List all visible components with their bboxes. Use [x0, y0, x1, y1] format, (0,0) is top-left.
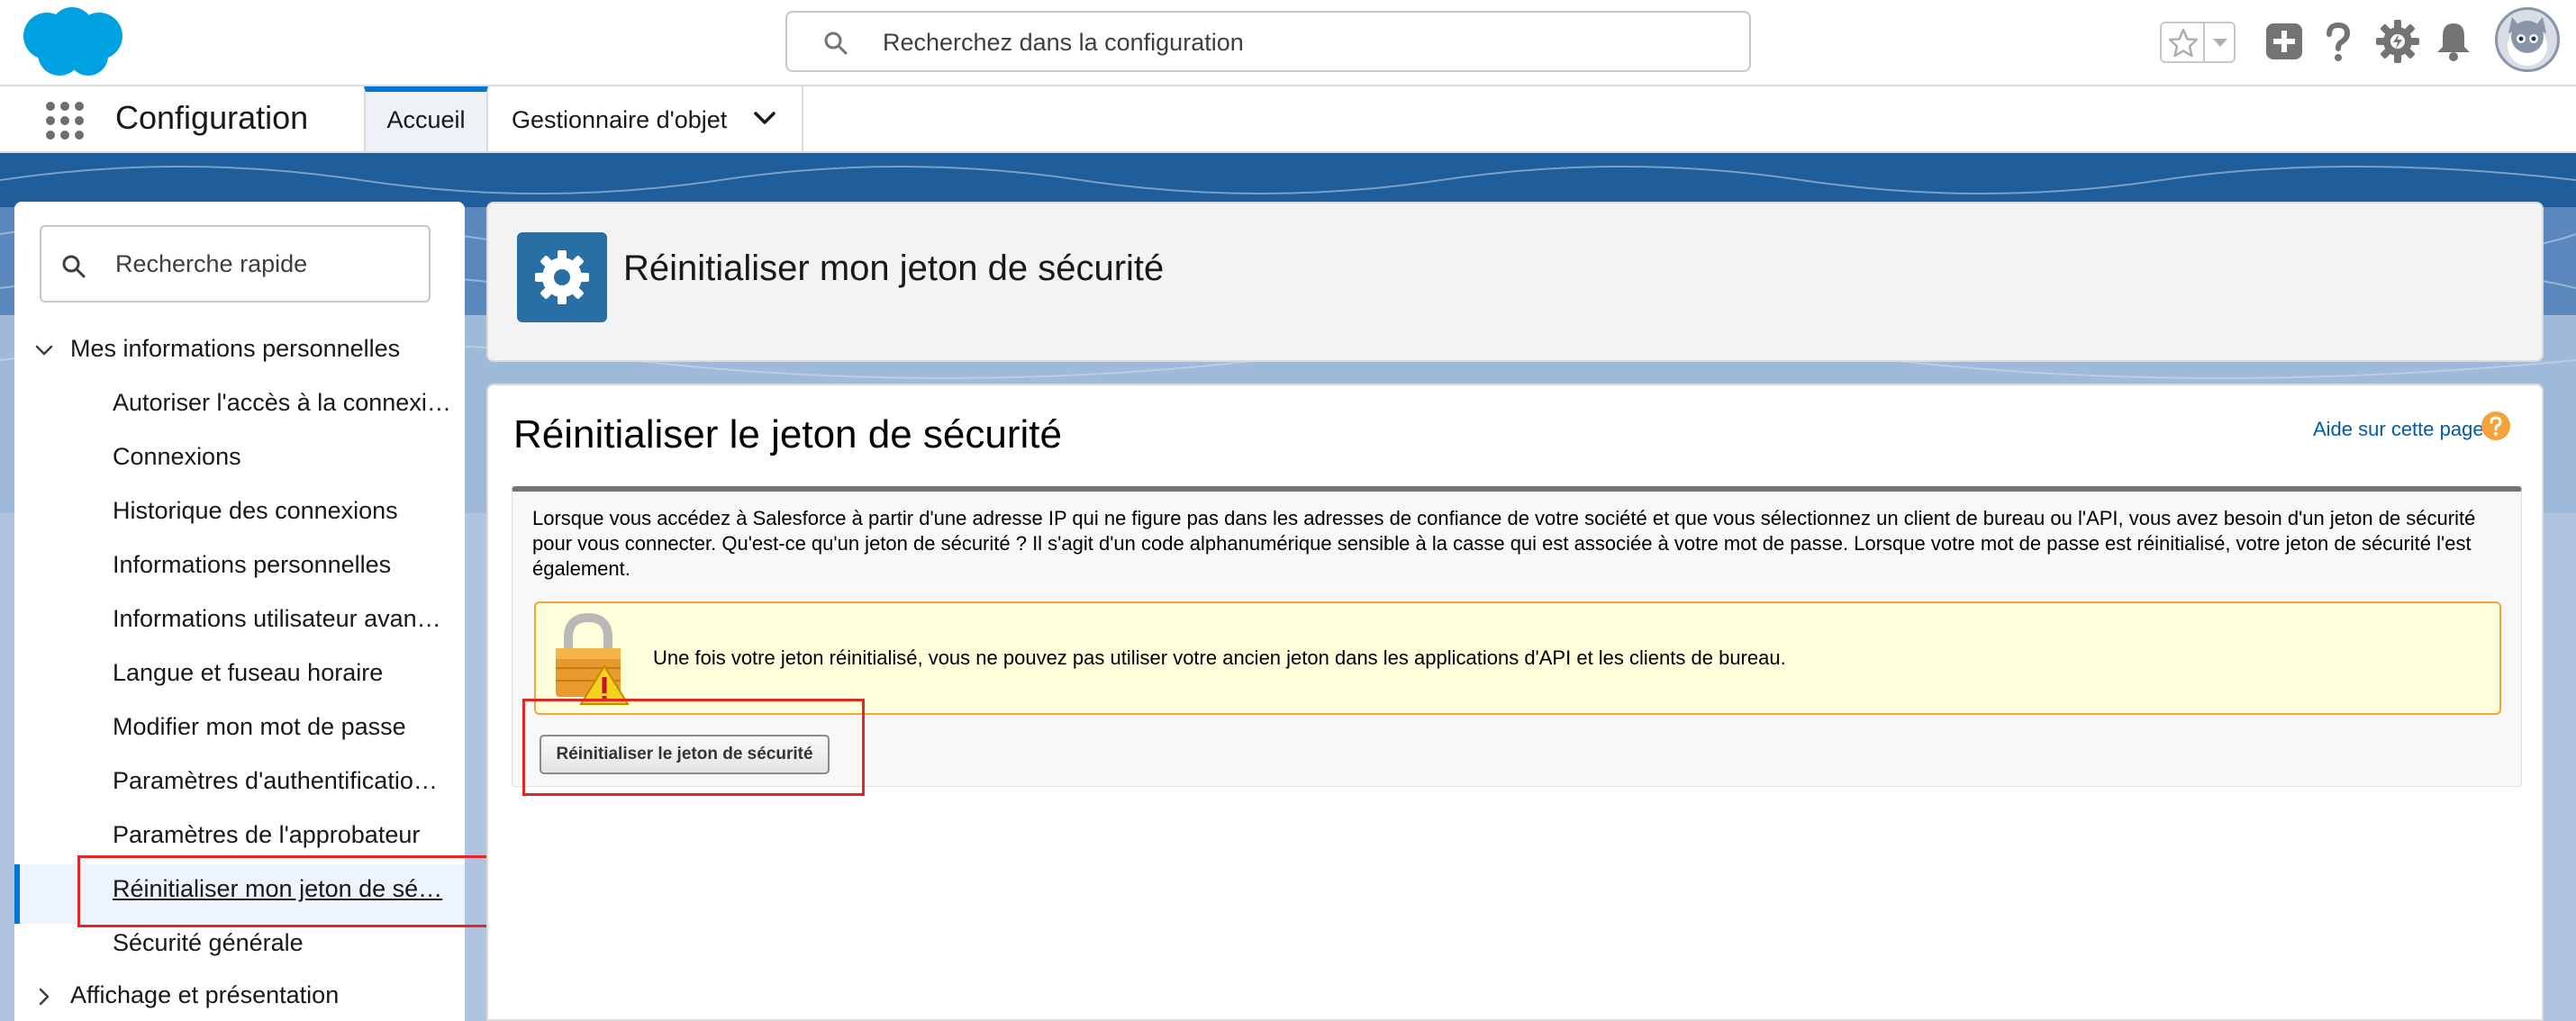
- description-text: Lorsque vous accédez à Salesforce à part…: [532, 507, 2476, 580]
- page-header-icon: [517, 232, 607, 322]
- tree-item-approver-settings[interactable]: Paramètres de l'approbateur: [113, 821, 462, 849]
- tree-item-change-password[interactable]: Modifier mon mot de passe: [113, 713, 462, 741]
- avatar-icon: [2508, 17, 2547, 66]
- tab-object-manager[interactable]: Gestionnaire d'objet: [488, 86, 803, 151]
- context-bar: Configuration Accueil Gestionnaire d'obj…: [0, 86, 2576, 153]
- favorites-group: [2160, 22, 2236, 63]
- quick-find-input[interactable]: Recherche rapide: [40, 225, 431, 303]
- global-header: Recherchez dans la configuration: [0, 0, 2576, 86]
- app-launcher-icon[interactable]: [45, 101, 85, 140]
- tree-item-general-security[interactable]: Sécurité générale: [113, 929, 462, 957]
- setup-gear-icon[interactable]: [2374, 18, 2421, 65]
- chevron-down-icon[interactable]: [2210, 32, 2230, 52]
- tab-object-manager-label: Gestionnaire d'objet: [512, 106, 728, 133]
- search-icon: [62, 255, 86, 278]
- highlight-annotation-sidebar: [77, 855, 513, 927]
- active-item-edge: [14, 864, 20, 924]
- gear-icon: [535, 250, 589, 304]
- global-search-input[interactable]: Recherchez dans la configuration: [785, 11, 1751, 72]
- app-name: Configuration: [115, 99, 309, 136]
- page-header-title: Réinitialiser mon jeton de sécurité: [623, 248, 1165, 288]
- tab-home[interactable]: Accueil: [364, 86, 488, 151]
- tree-item-personal-info[interactable]: Informations personnelles: [113, 551, 462, 579]
- global-search-placeholder: Recherchez dans la configuration: [883, 29, 1244, 56]
- avatar[interactable]: [2495, 7, 2560, 72]
- help-circle-icon[interactable]: [2481, 411, 2511, 441]
- help-icon[interactable]: [2315, 18, 2362, 65]
- star-icon[interactable]: [2167, 27, 2200, 59]
- warning-text: Une fois votre jeton réinitialisé, vous …: [653, 646, 1786, 669]
- favorites-divider: [2203, 23, 2205, 61]
- tree-item-login-history[interactable]: Historique des connexions: [113, 497, 462, 525]
- chevron-right-icon[interactable]: [34, 987, 54, 1007]
- tree-item-connections[interactable]: Connexions: [113, 443, 462, 471]
- highlight-annotation-button: [522, 699, 865, 796]
- main-title: Réinitialiser le jeton de sécurité: [513, 412, 1062, 456]
- chevron-down-icon[interactable]: [753, 110, 776, 126]
- tree-group-display-layout[interactable]: Affichage et présentation: [70, 981, 339, 1009]
- tab-home-label: Accueil: [386, 106, 466, 133]
- tree-item-language-timezone[interactable]: Langue et fuseau horaire: [113, 659, 462, 687]
- tree-item-auth-settings[interactable]: Paramètres d'authentificatio…: [113, 767, 462, 795]
- help-link[interactable]: Aide sur cette page: [2313, 418, 2484, 441]
- search-icon: [824, 32, 848, 55]
- page-header: Réinitialiser mon jeton de sécurité: [486, 202, 2544, 362]
- quick-find-placeholder: Recherche rapide: [115, 250, 308, 277]
- tree-item-advanced-user-details[interactable]: Informations utilisateur avan…: [113, 605, 462, 633]
- tree-group-personal-info[interactable]: Mes informations personnelles: [70, 335, 400, 363]
- chevron-down-icon[interactable]: [34, 340, 54, 360]
- salesforce-logo[interactable]: [20, 5, 126, 79]
- add-icon[interactable]: [2261, 18, 2308, 65]
- lock-warning-icon: [556, 612, 630, 705]
- tree-item-login-access[interactable]: Autoriser l'accès à la connexi…: [113, 389, 462, 417]
- bell-icon[interactable]: [2430, 18, 2477, 65]
